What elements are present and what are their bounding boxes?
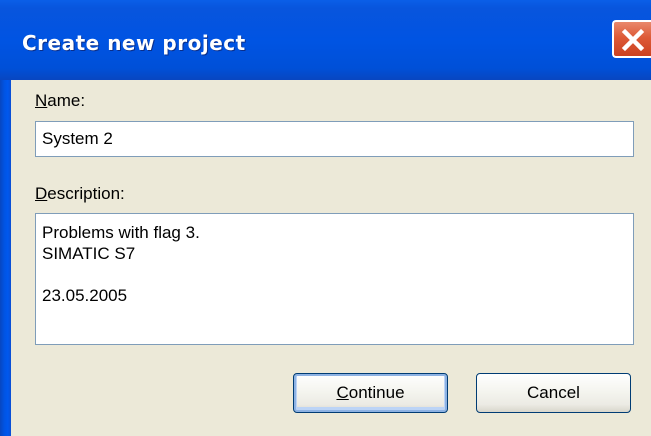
close-button[interactable] <box>612 20 651 58</box>
description-line <box>42 264 633 285</box>
continue-button-label: Continue <box>336 383 404 403</box>
description-line: 23.05.2005 <box>42 286 128 305</box>
description-textarea[interactable]: Problems with flag 3. SIMATIC S7 23.05.2… <box>35 213 634 345</box>
description-line: SIMATIC S7 <box>42 244 136 263</box>
window-frame-left <box>0 80 11 436</box>
name-label-text: ame: <box>47 91 86 110</box>
name-input[interactable]: System 2 <box>35 121 634 157</box>
cancel-button-label: Cancel <box>527 383 580 402</box>
description-line: Problems with flag 3. <box>42 223 200 242</box>
create-project-dialog: Create new project Name: System 2 Descri… <box>0 0 651 436</box>
name-label: Name: <box>35 91 85 111</box>
cancel-button[interactable]: Cancel <box>476 373 631 413</box>
continue-button[interactable]: Continue <box>293 373 448 413</box>
description-label-mnemonic: D <box>35 184 48 203</box>
name-label-mnemonic: N <box>35 91 48 110</box>
description-label: Description: <box>35 184 125 204</box>
continue-text: ontinue <box>348 383 405 402</box>
description-label-text: escription: <box>47 184 125 203</box>
dialog-body: Name: System 2 Description: Problems wit… <box>11 80 651 436</box>
dialog-title: Create new project <box>22 31 246 55</box>
title-bar[interactable]: Create new project <box>0 0 651 80</box>
close-icon <box>621 28 645 52</box>
continue-mnemonic: C <box>336 383 349 402</box>
